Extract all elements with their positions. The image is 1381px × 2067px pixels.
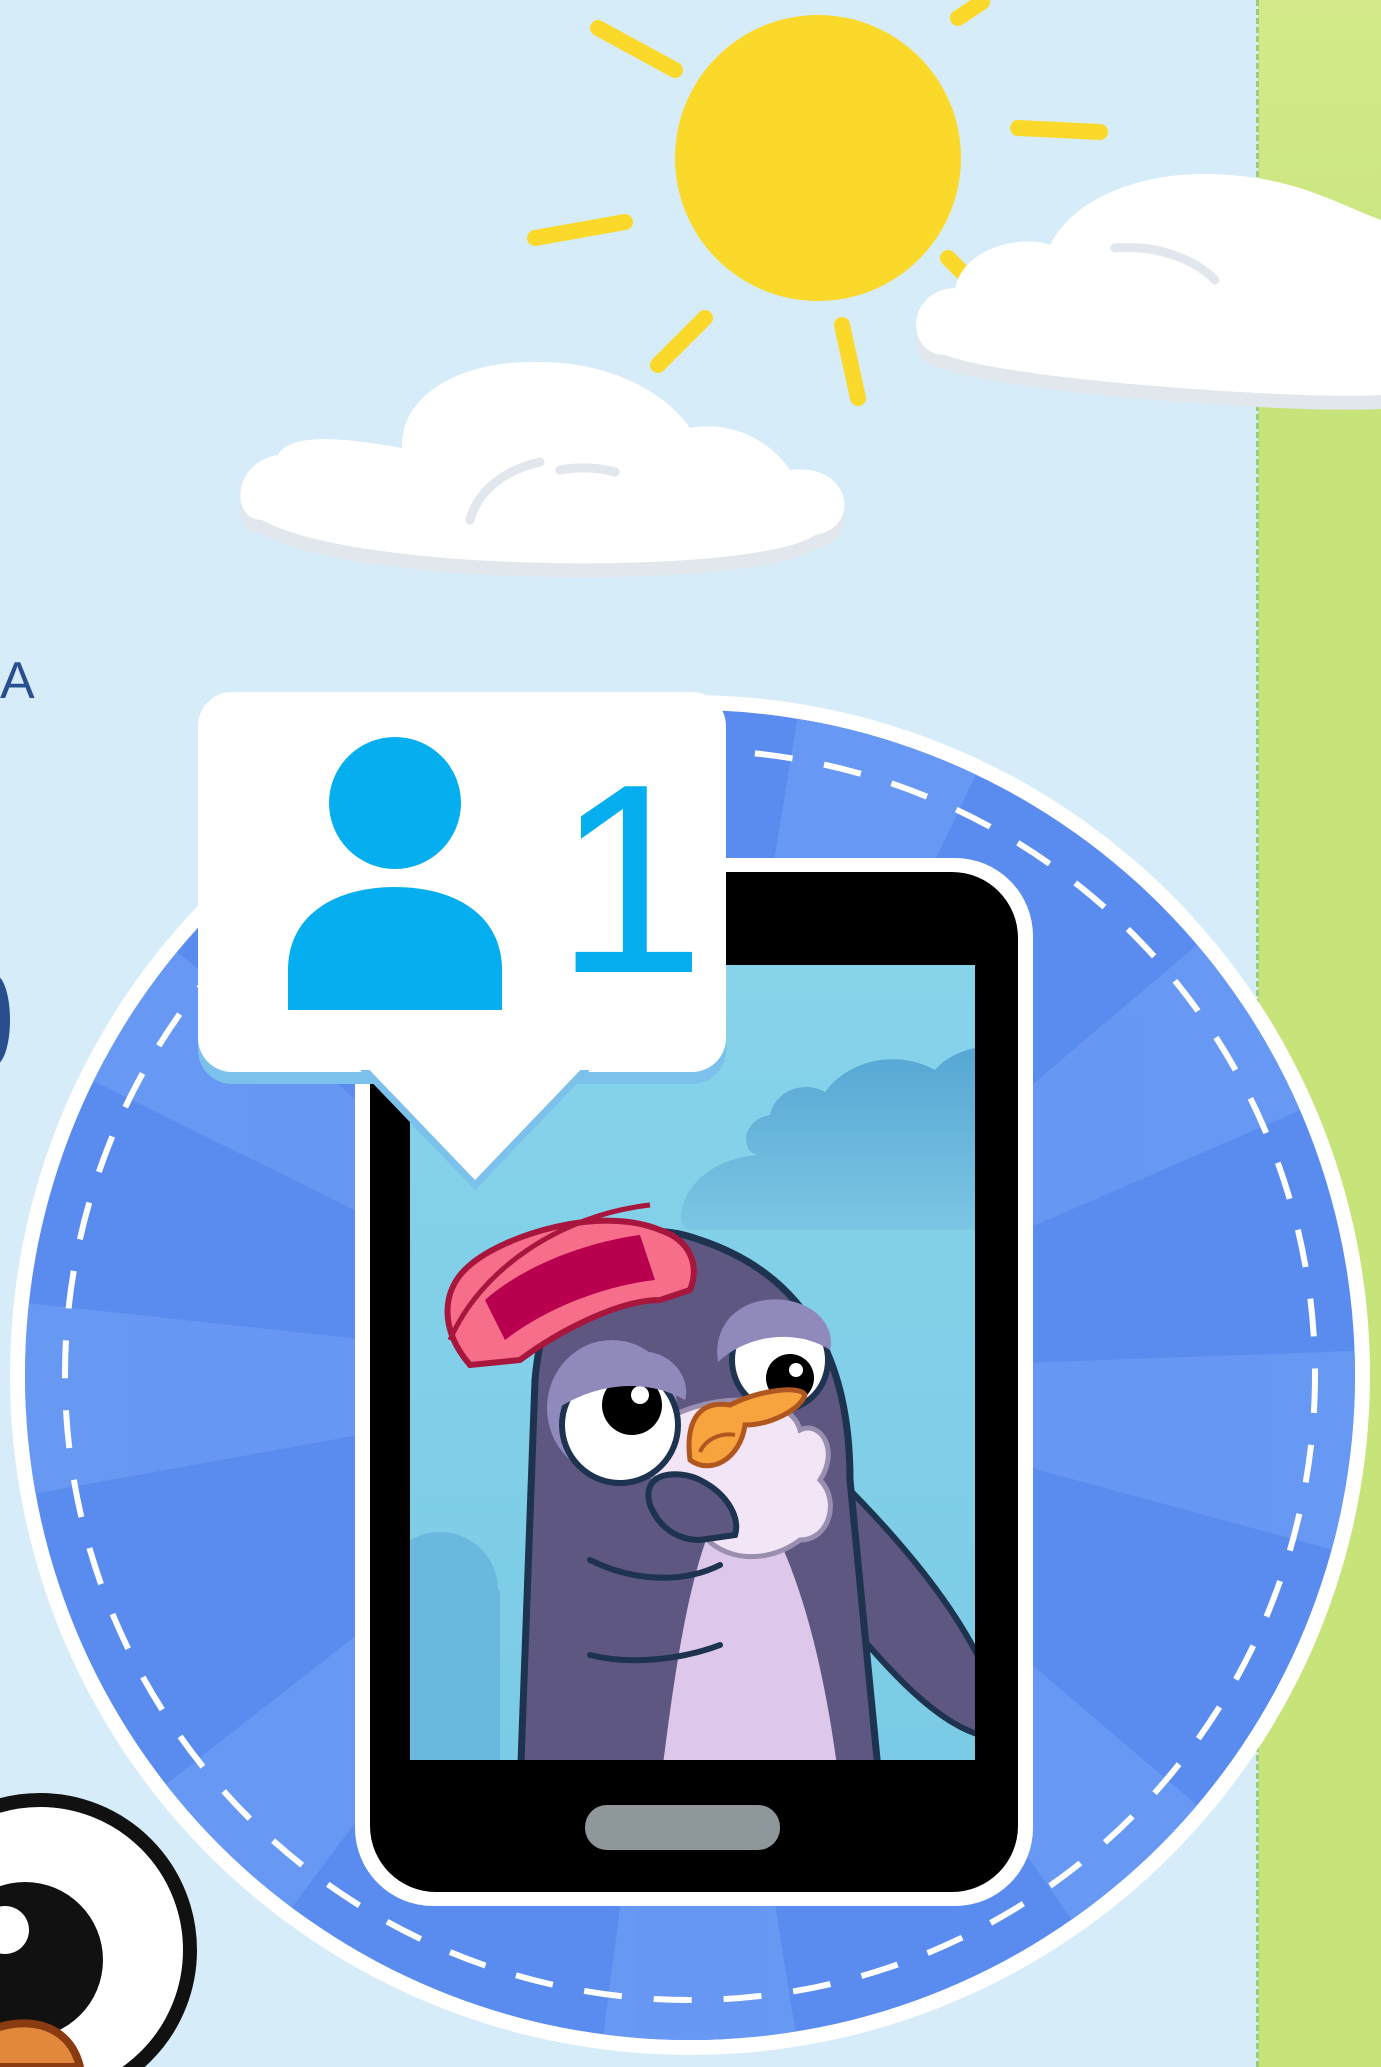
person-icon xyxy=(288,737,502,1010)
notification-badge-tail xyxy=(360,1060,590,1180)
penguin-eye-icon xyxy=(0,1793,197,2067)
cloud-icon xyxy=(240,361,845,578)
partial-text: A xyxy=(0,652,35,710)
follower-count: 1 xyxy=(555,729,706,1030)
cloud-icon xyxy=(916,173,1381,410)
